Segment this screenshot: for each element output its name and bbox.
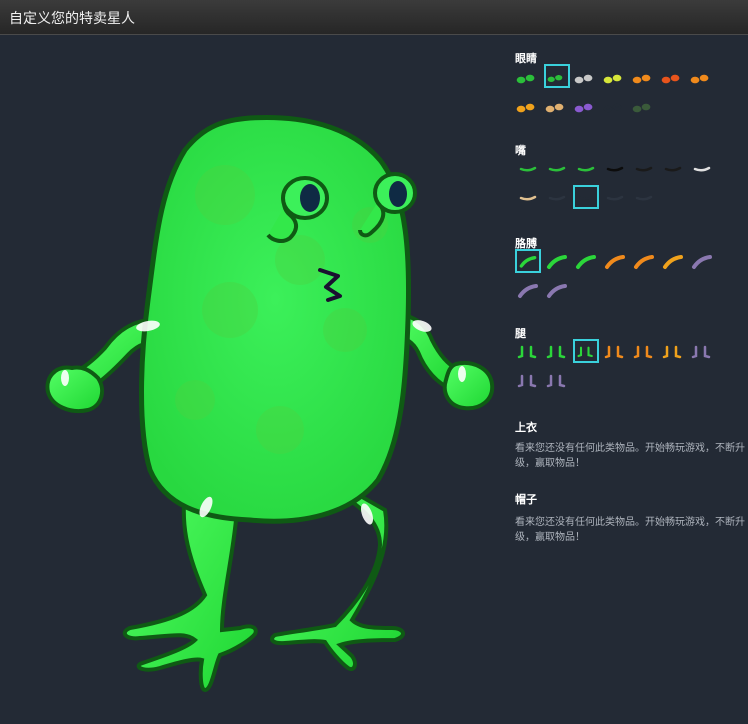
legs-purple-3-icon: [546, 374, 566, 388]
eyes-item[interactable]: [631, 64, 657, 88]
alien-character: [45, 115, 495, 693]
eyes-item[interactable]: [544, 93, 570, 117]
mouth-item[interactable]: [631, 156, 657, 180]
mouth-faint-icon: [548, 195, 566, 201]
mouth-empty-icon: [579, 195, 593, 200]
eyes-green-small-icon: [516, 74, 535, 84]
mouth-item[interactable]: [544, 185, 570, 209]
legs-green-icon: [517, 345, 537, 359]
eyes-item[interactable]: [573, 93, 599, 117]
eyes-item[interactable]: [602, 93, 628, 117]
arm-purple-icon: [692, 255, 712, 269]
arms-item[interactable]: [602, 249, 628, 273]
eyes-item[interactable]: [660, 64, 686, 88]
legs-item[interactable]: [573, 339, 599, 363]
legs-item[interactable]: [631, 339, 657, 363]
alien-body: [139, 115, 412, 524]
legs-orange-icon: [604, 345, 624, 359]
eyes-item[interactable]: [515, 64, 541, 88]
legs-orange-3-icon: [662, 345, 682, 359]
mouth-green-2-icon: [548, 166, 566, 172]
mouth-faint-2-icon: [606, 195, 624, 201]
legs-items: [515, 339, 745, 399]
legs-item[interactable]: [515, 339, 541, 363]
eye-yellow-ring-icon: [603, 74, 622, 84]
window-title-bar: 自定义您的特卖星人: [0, 0, 748, 35]
window-title: 自定义您的特卖星人: [9, 11, 135, 27]
shirt-empty-message: 看来您还没有任何此类物品。开始畅玩游戏，不断升级，赢取物品！: [515, 443, 745, 469]
legs-purple-2-icon: [517, 374, 537, 388]
mouth-item[interactable]: [660, 156, 686, 180]
section-title-shirt: 上衣: [515, 421, 537, 434]
eyes-item[interactable]: [631, 93, 657, 117]
arms-item[interactable]: [573, 249, 599, 273]
mouth-faint-3-icon: [635, 195, 653, 201]
arm-purple-2-icon: [518, 284, 538, 298]
legs-green-2-icon: [546, 345, 566, 359]
legs-orange-2-icon: [633, 345, 653, 359]
eyes-items: [515, 64, 745, 124]
legs-item[interactable]: [544, 368, 570, 392]
character-preview: [0, 36, 505, 720]
arms-item[interactable]: [631, 249, 657, 273]
arms-item[interactable]: [660, 249, 686, 273]
eyes-item[interactable]: [544, 64, 570, 88]
eye-purple-icon: [574, 103, 593, 113]
eyes-green-stalk-icon: [547, 74, 563, 83]
legs-item[interactable]: [544, 339, 570, 363]
section-title-hat: 帽子: [515, 493, 537, 506]
customization-panel: 眼睛 嘴 胳膊 腿 上衣 看来您还没有任何此类物品。开始畅玩游戏，不断升级，赢取…: [505, 36, 748, 720]
mouth-items: [515, 156, 745, 216]
eyes-grey-icon: [574, 74, 593, 84]
eyes-orange-icon: [632, 74, 651, 84]
legs-item[interactable]: [660, 339, 686, 363]
legs-purple-icon: [691, 345, 711, 359]
mouth-item[interactable]: [573, 156, 599, 180]
legs-item[interactable]: [689, 339, 715, 363]
arms-item[interactable]: [515, 249, 541, 273]
arm-orange-3-icon: [663, 255, 683, 269]
hat-empty-message: 看来您还没有任何此类物品。开始畅玩游戏，不断升级，赢取物品！: [515, 517, 745, 543]
mouth-green-icon: [519, 166, 537, 172]
mouth-item[interactable]: [689, 156, 715, 180]
mouth-teeth-icon: [693, 166, 711, 172]
arms-item[interactable]: [515, 278, 541, 302]
mouth-item[interactable]: [515, 156, 541, 180]
arm-green-icon: [519, 256, 537, 268]
mouth-black-icon: [606, 166, 624, 172]
mouth-green-3-icon: [577, 166, 595, 172]
arms-item[interactable]: [689, 249, 715, 273]
eyes-tan-icon: [545, 103, 564, 113]
legs-item[interactable]: [515, 368, 541, 392]
mouth-dark-icon: [635, 166, 653, 172]
eyes-orange-yellow-icon: [516, 103, 535, 113]
mouth-item[interactable]: [602, 185, 628, 209]
legs-green-3-icon: [577, 346, 593, 358]
mouth-item[interactable]: [631, 185, 657, 209]
arms-item[interactable]: [544, 249, 570, 273]
eyes-item[interactable]: [689, 64, 715, 88]
arm-green-3-icon: [576, 255, 596, 269]
mouth-dark-2-icon: [664, 166, 682, 172]
eyes-item[interactable]: [602, 64, 628, 88]
arm-purple-3-icon: [547, 284, 567, 298]
arm-green-2-icon: [547, 255, 567, 269]
arms-item[interactable]: [544, 278, 570, 302]
arm-orange-icon: [605, 255, 625, 269]
mouth-item[interactable]: [573, 185, 599, 209]
eyes-orange-wide-icon: [690, 74, 709, 84]
legs-item[interactable]: [602, 339, 628, 363]
mouth-item[interactable]: [602, 156, 628, 180]
eyes-orange-red-icon: [661, 74, 680, 84]
eyes-none-icon: [603, 103, 622, 113]
arm-orange-2-icon: [634, 255, 654, 269]
eyes-dots-icon: [632, 103, 651, 113]
mouth-item[interactable]: [544, 156, 570, 180]
eyes-item[interactable]: [515, 93, 541, 117]
mouth-item[interactable]: [515, 185, 541, 209]
eyes-item[interactable]: [573, 64, 599, 88]
arms-items: [515, 249, 745, 309]
mouth-tan-icon: [519, 195, 537, 201]
